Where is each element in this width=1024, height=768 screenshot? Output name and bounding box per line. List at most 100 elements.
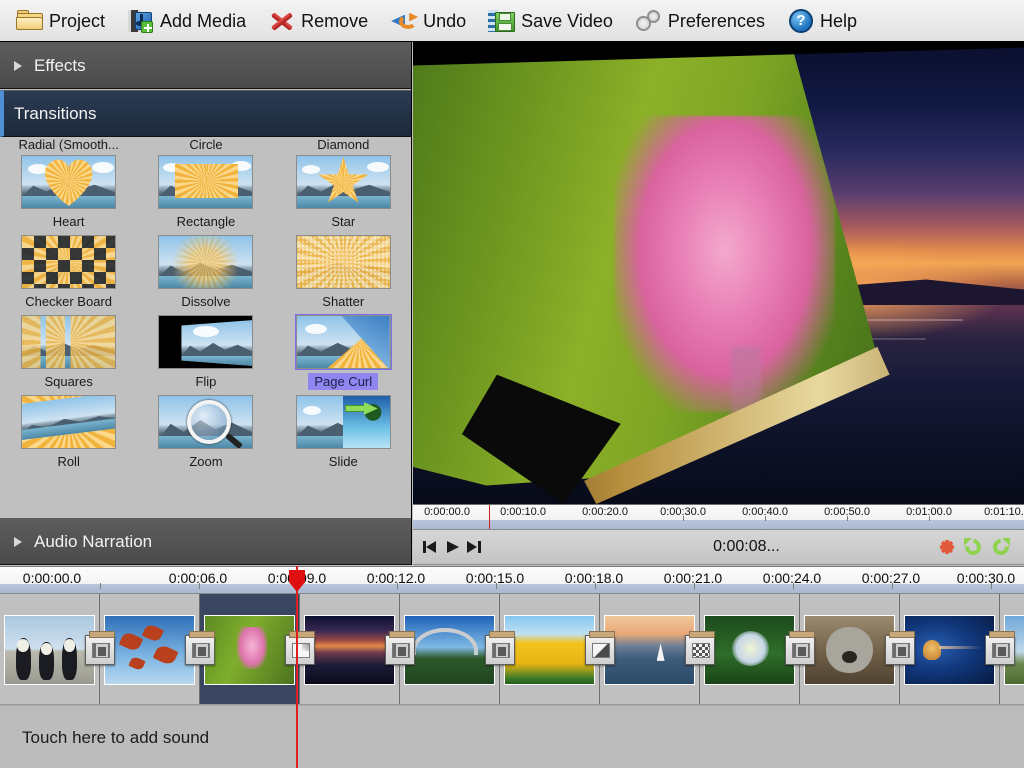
add-media-icon — [127, 7, 155, 35]
transition-badge[interactable] — [85, 631, 115, 665]
folder-icon — [16, 7, 44, 35]
clip-thumbnail-bridge — [404, 615, 495, 685]
timeline-tick-label-6: 0:00:21.0 — [663, 570, 723, 586]
clip-thumbnail-penguins — [4, 615, 95, 685]
undo-button-label: Undo — [423, 10, 467, 31]
clip-thumbnail-jellyfish — [904, 615, 995, 685]
transition-item-dissolve[interactable]: Dissolve — [137, 235, 274, 310]
transition-item-zoom[interactable]: Zoom — [137, 395, 274, 470]
remove-button[interactable]: Remove — [260, 3, 376, 39]
clip-thumbnail-yellow-tulips — [504, 615, 595, 685]
sidebar-section-effects[interactable]: Effects — [0, 42, 411, 89]
preview-tick-label-0: 0:00:00.0 — [424, 506, 470, 518]
help-button-label: Help — [819, 10, 857, 31]
sidebar-section-audio-narration[interactable]: Audio Narration — [0, 518, 411, 565]
clip-thumbnail-hydrangea — [704, 615, 795, 685]
undo-button[interactable]: Undo — [382, 3, 474, 39]
transition-badge[interactable] — [285, 631, 315, 665]
timeline-tick-label-9: 0:00:30.0 — [956, 570, 1016, 586]
clip-thumbnail-sailboat — [604, 615, 695, 685]
preview-time-ruler[interactable]: 0:00:00.0 0:00:10.0 0:00:20.0 0:00:30.0 … — [413, 504, 1024, 530]
transition-thumb-zoom — [158, 395, 254, 449]
main-toolbar: Project Add Media Remove Undo Save Video — [0, 0, 1024, 42]
preview-flower — [614, 115, 835, 412]
transition-badge[interactable] — [885, 631, 915, 665]
transition-thumb-page-curl — [295, 315, 391, 369]
left-sidebar: Effects Transitions Radial (Smooth... Ci… — [0, 42, 412, 565]
preview-transport-bar: 0:00:08... — [413, 530, 1024, 565]
preview-tick-label-7: 0:01:10.0 — [984, 506, 1024, 518]
transition-item-squares[interactable]: Squares — [0, 315, 137, 390]
timeline-audio-track[interactable]: Touch here to add sound — [0, 705, 1024, 768]
sidebar-section-effects-label: Effects — [34, 55, 86, 75]
add-sound-hint: Touch here to add sound — [22, 728, 210, 747]
rotate-left-icon[interactable] — [961, 535, 985, 559]
transition-item-page-curl[interactable]: Page Curl — [275, 315, 411, 390]
slide-arrow-icon — [344, 402, 379, 415]
timeline-tick-label-8: 0:00:27.0 — [861, 570, 921, 586]
transition-thumb-heart — [21, 155, 117, 209]
transition-badge[interactable] — [685, 631, 715, 665]
timeline-ruler[interactable]: 0:00:00.0 0:00:06.0 0:00:09.0 0:00:12.0 … — [0, 566, 1024, 594]
sidebar-section-transitions[interactable]: Transitions — [0, 90, 411, 137]
transition-badge[interactable] — [985, 631, 1015, 665]
gears-icon — [635, 7, 663, 35]
add-media-button-label: Add Media — [160, 10, 247, 31]
preferences-button-label: Preferences — [667, 10, 765, 31]
skip-back-button[interactable] — [421, 536, 441, 558]
transition-name-roll: Roll — [57, 454, 80, 469]
transition-item-flip[interactable]: Flip — [137, 315, 274, 390]
project-button-label: Project — [49, 10, 106, 31]
transition-badge[interactable] — [185, 631, 215, 665]
timeline-tick-label-4: 0:00:15.0 — [465, 570, 525, 586]
clip-thumbnail-koala — [804, 615, 895, 685]
chevron-right-icon — [14, 60, 22, 71]
transition-item-star[interactable]: Star — [275, 155, 411, 230]
transition-item-slide[interactable]: Slide — [275, 395, 411, 470]
sidebar-section-audio-narration-label: Audio Narration — [34, 531, 153, 551]
transition-thumb-dissolve — [158, 235, 254, 289]
transition-name-checker-board: Checker Board — [25, 294, 112, 309]
transition-label-radial: Radial (Smooth... — [18, 137, 119, 152]
clip-thumbnail-autumn-leaves — [104, 615, 195, 685]
transition-badge[interactable] — [485, 631, 515, 665]
save-video-button[interactable]: Save Video — [480, 3, 621, 39]
transition-name-slide: Slide — [328, 454, 358, 469]
help-button[interactable]: ? Help — [779, 3, 865, 39]
transition-badge[interactable] — [585, 631, 615, 665]
help-question-icon: ? — [787, 7, 815, 35]
preferences-button[interactable]: Preferences — [627, 3, 773, 39]
timeline-tick-label-0: 0:00:00.0 — [22, 570, 82, 586]
transition-item-checker-board[interactable]: Checker Board — [0, 235, 137, 310]
clip-thumbnail-sunset-lake — [304, 615, 395, 685]
transition-item-roll[interactable]: Roll — [0, 395, 137, 470]
transition-item-heart[interactable]: Heart — [0, 155, 137, 230]
transition-badge[interactable] — [785, 631, 815, 665]
transitions-grid: Radial (Smooth... Circle Diamond Heart R… — [0, 137, 411, 518]
transition-thumb-squares — [21, 315, 117, 369]
transition-label-circle: Circle — [189, 137, 223, 152]
transition-badge[interactable] — [385, 631, 415, 665]
transition-name-flip: Flip — [195, 374, 217, 389]
preview-playhead[interactable] — [489, 505, 490, 529]
red-x-icon[interactable] — [940, 540, 954, 554]
transition-item-shatter[interactable]: Shatter — [275, 235, 411, 310]
timeline-video-track[interactable] — [0, 594, 1024, 705]
preview-tick-label-1: 0:00:10.0 — [500, 506, 546, 518]
add-media-button[interactable]: Add Media — [119, 3, 254, 39]
save-video-icon — [488, 7, 516, 35]
transition-thumb-shatter — [295, 235, 391, 289]
transition-thumb-rectangle — [158, 155, 254, 209]
video-preview[interactable] — [413, 42, 1024, 504]
transition-item-rectangle[interactable]: Rectangle — [137, 155, 274, 230]
clip-thumbnail-pink-flower — [204, 615, 295, 685]
transition-thumb-roll — [21, 395, 117, 449]
play-button[interactable] — [443, 536, 463, 558]
transition-name-heart: Heart — [52, 214, 85, 229]
skip-forward-button[interactable] — [465, 536, 485, 558]
transition-name-star: Star — [331, 214, 356, 229]
timeline-playhead[interactable] — [289, 566, 305, 768]
project-button[interactable]: Project — [8, 3, 113, 39]
transitions-partial-row-labels: Radial (Smooth... Circle Diamond — [0, 137, 411, 155]
rotate-right-icon[interactable] — [989, 535, 1013, 559]
